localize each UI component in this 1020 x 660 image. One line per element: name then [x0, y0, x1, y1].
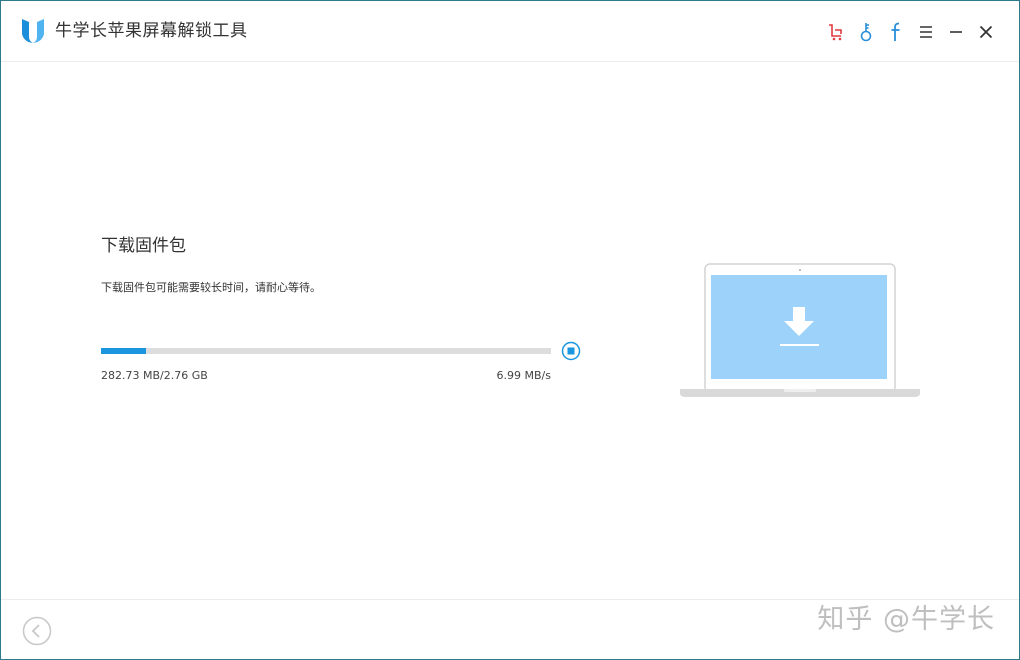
title-bar-actions [821, 18, 1001, 46]
close-icon[interactable] [971, 18, 1001, 46]
download-progress-bar [101, 348, 551, 354]
app-title: 牛学长苹果屏幕解锁工具 [55, 21, 248, 41]
page-title: 下载固件包 [101, 236, 186, 256]
page-description: 下载固件包可能需要较长时间，请耐心等待。 [101, 281, 321, 294]
key-icon[interactable] [851, 18, 881, 46]
minimize-icon[interactable] [941, 18, 971, 46]
stop-download-button[interactable] [561, 341, 581, 361]
laptop-download-illustration [678, 263, 922, 401]
app-window: 牛学长苹果屏幕解锁工具 下载固件包 下载固件包可能需要较长时间，请耐心等待。 2… [0, 0, 1020, 660]
downloaded-size-label: 282.73 MB/2.76 GB [101, 369, 208, 382]
title-bar: 牛学长苹果屏幕解锁工具 [1, 1, 1019, 62]
app-logo-icon [20, 18, 46, 44]
footer-bar: 知乎 @牛学长 [1, 599, 1019, 660]
cart-icon[interactable] [821, 18, 851, 46]
back-arrow-icon[interactable] [22, 616, 52, 646]
facebook-icon[interactable] [881, 18, 911, 46]
watermark-text: 知乎 @牛学长 [817, 604, 995, 635]
menu-icon[interactable] [911, 18, 941, 46]
download-speed-label: 6.99 MB/s [496, 369, 551, 382]
download-progress-fill [101, 348, 146, 354]
